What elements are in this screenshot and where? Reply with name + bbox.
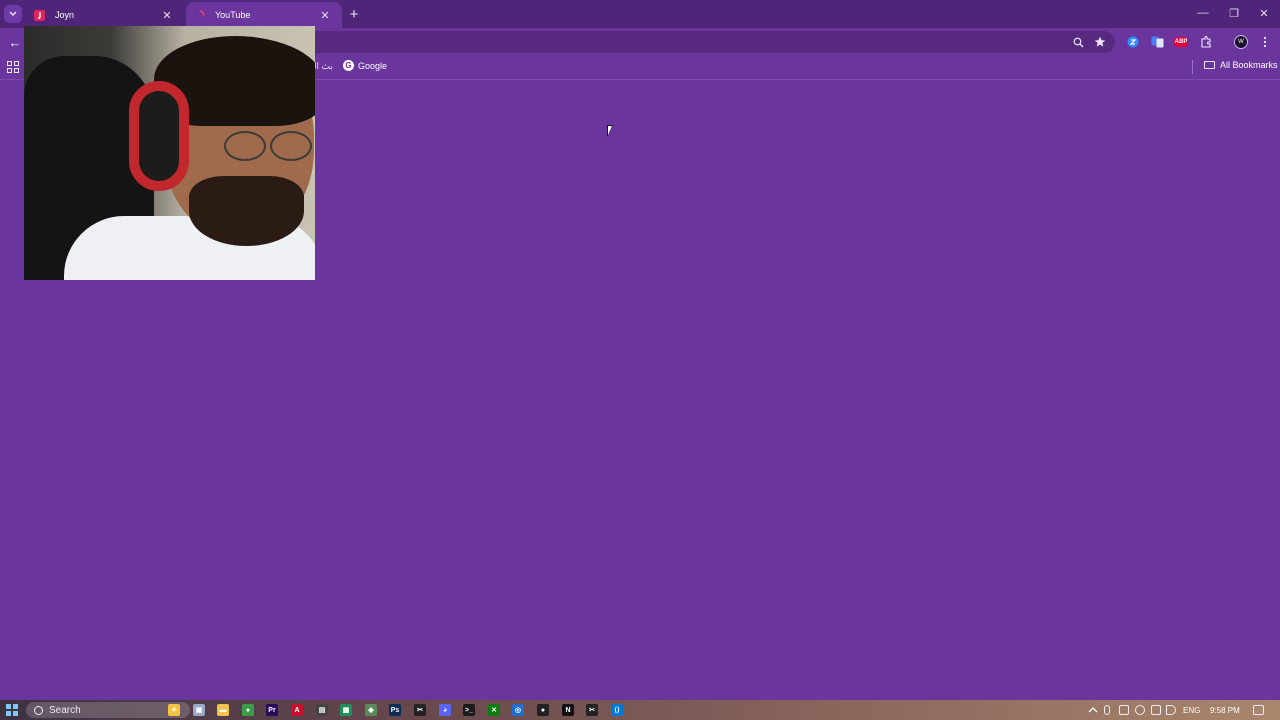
adblock-plus-icon[interactable]: ABP <box>1173 34 1189 50</box>
address-bar[interactable] <box>300 31 1115 53</box>
profile-initial: W <box>1234 35 1248 49</box>
bookmark-star-icon[interactable] <box>1092 34 1108 50</box>
zoom-icon[interactable] <box>1070 34 1086 50</box>
tray-overflow-chevron-icon[interactable] <box>1088 705 1098 715</box>
joyn-favicon-icon <box>34 9 45 21</box>
language-indicator[interactable]: ENG <box>1183 703 1200 717</box>
beard-shape <box>189 176 304 246</box>
taskbar-acrobat-icon[interactable]: A <box>291 704 303 716</box>
extension-blue-icon[interactable] <box>1125 34 1141 50</box>
tab-close-icon[interactable]: ✕ <box>160 8 174 22</box>
taskbar-app-green-icon[interactable]: ◆ <box>365 704 377 716</box>
profile-avatar-icon[interactable]: W <box>1233 34 1249 50</box>
back-button[interactable]: ← <box>6 33 24 51</box>
menu-kebab-icon[interactable] <box>1257 34 1273 50</box>
tray-app-icon[interactable] <box>1119 705 1129 715</box>
volume-icon[interactable] <box>1166 705 1176 715</box>
folder-icon <box>1204 61 1215 69</box>
webcam-overlay-image <box>24 26 315 280</box>
taskbar-xbox-icon[interactable]: ✕ <box>488 704 500 716</box>
tab-joyn[interactable]: Joyn ✕ <box>26 2 184 28</box>
loading-spinner-icon <box>194 9 205 21</box>
taskbar-file-explorer-icon[interactable]: ▬ <box>217 704 229 716</box>
taskbar-chrome-icon[interactable]: ● <box>242 704 254 716</box>
bookmarks-divider <box>1192 60 1193 74</box>
bookmark-label: Google <box>358 60 388 71</box>
all-bookmarks-button[interactable]: All Bookmarks <box>1204 60 1278 70</box>
apps-grid-icon[interactable] <box>7 61 19 73</box>
tab-search-chevron-icon[interactable] <box>4 5 22 23</box>
taskbar-terminal-icon[interactable]: >_ <box>463 704 475 716</box>
taskbar-photoshop-icon[interactable]: Ps <box>389 704 401 716</box>
search-placeholder: Search <box>49 704 81 716</box>
taskbar-capcut-icon[interactable]: ✂ <box>414 704 426 716</box>
all-bookmarks-label: All Bookmarks <box>1220 60 1278 70</box>
taskbar-notion-icon[interactable]: N <box>562 704 574 716</box>
extensions-puzzle-icon[interactable] <box>1198 34 1214 50</box>
glasses-shape <box>224 131 314 161</box>
taskbar-discord-icon[interactable]: ◕ <box>439 704 451 716</box>
network-icon[interactable] <box>1151 705 1161 715</box>
taskbar-vscode-icon[interactable]: ⟨⟩ <box>611 704 623 716</box>
taskbar-app-generic-icon[interactable]: ▤ <box>316 704 328 716</box>
new-tab-button[interactable]: + <box>345 5 363 23</box>
windows-taskbar: Search ✦ ▣ ▬ ● Pr A ▤ ▦ ◆ Ps ✂ ◕ >_ ✕ ◎ ● N ✂ ⟨⟩ ENG 9:58 … <box>0 700 1280 720</box>
microphone-icon[interactable] <box>1104 705 1110 715</box>
tab-close-icon[interactable]: ✕ <box>318 8 332 22</box>
search-icon <box>34 705 43 715</box>
bookmark-google[interactable]: G Google <box>343 60 387 71</box>
taskbar-capcut-2-icon[interactable]: ✂ <box>586 704 598 716</box>
taskbar-app-dark-icon[interactable]: ● <box>537 704 549 716</box>
taskbar-premiere-icon[interactable]: Pr <box>266 704 278 716</box>
taskbar-search-input[interactable]: Search <box>26 702 190 718</box>
clock[interactable]: 9:58 PM <box>1210 703 1240 717</box>
tab-title: YouTube <box>215 10 251 20</box>
google-logo-icon: G <box>343 60 354 71</box>
translate-icon[interactable] <box>1149 34 1165 50</box>
taskbar-sheets-icon[interactable]: ▦ <box>340 704 352 716</box>
taskbar-task-view-icon[interactable]: ▣ <box>193 704 205 716</box>
close-window-button[interactable]: ✕ <box>1249 3 1279 23</box>
tab-strip: Joyn ✕ YouTube ✕ + — ❐ ✕ <box>0 0 1280 28</box>
tab-youtube[interactable]: YouTube ✕ <box>186 2 342 28</box>
headphones-shape <box>129 81 189 191</box>
tray-app-2-icon[interactable] <box>1135 705 1145 715</box>
notifications-icon[interactable] <box>1253 705 1264 715</box>
windows-start-icon[interactable] <box>6 704 18 716</box>
taskbar-copilot-icon[interactable]: ✦ <box>168 704 180 716</box>
adblock-label: ABP <box>1173 37 1189 47</box>
minimize-button[interactable]: — <box>1188 3 1218 23</box>
restore-button[interactable]: ❐ <box>1219 3 1249 23</box>
mouse-cursor-icon <box>607 125 613 137</box>
tab-title: Joyn <box>55 10 75 20</box>
taskbar-app-blue-icon[interactable]: ◎ <box>512 704 524 716</box>
